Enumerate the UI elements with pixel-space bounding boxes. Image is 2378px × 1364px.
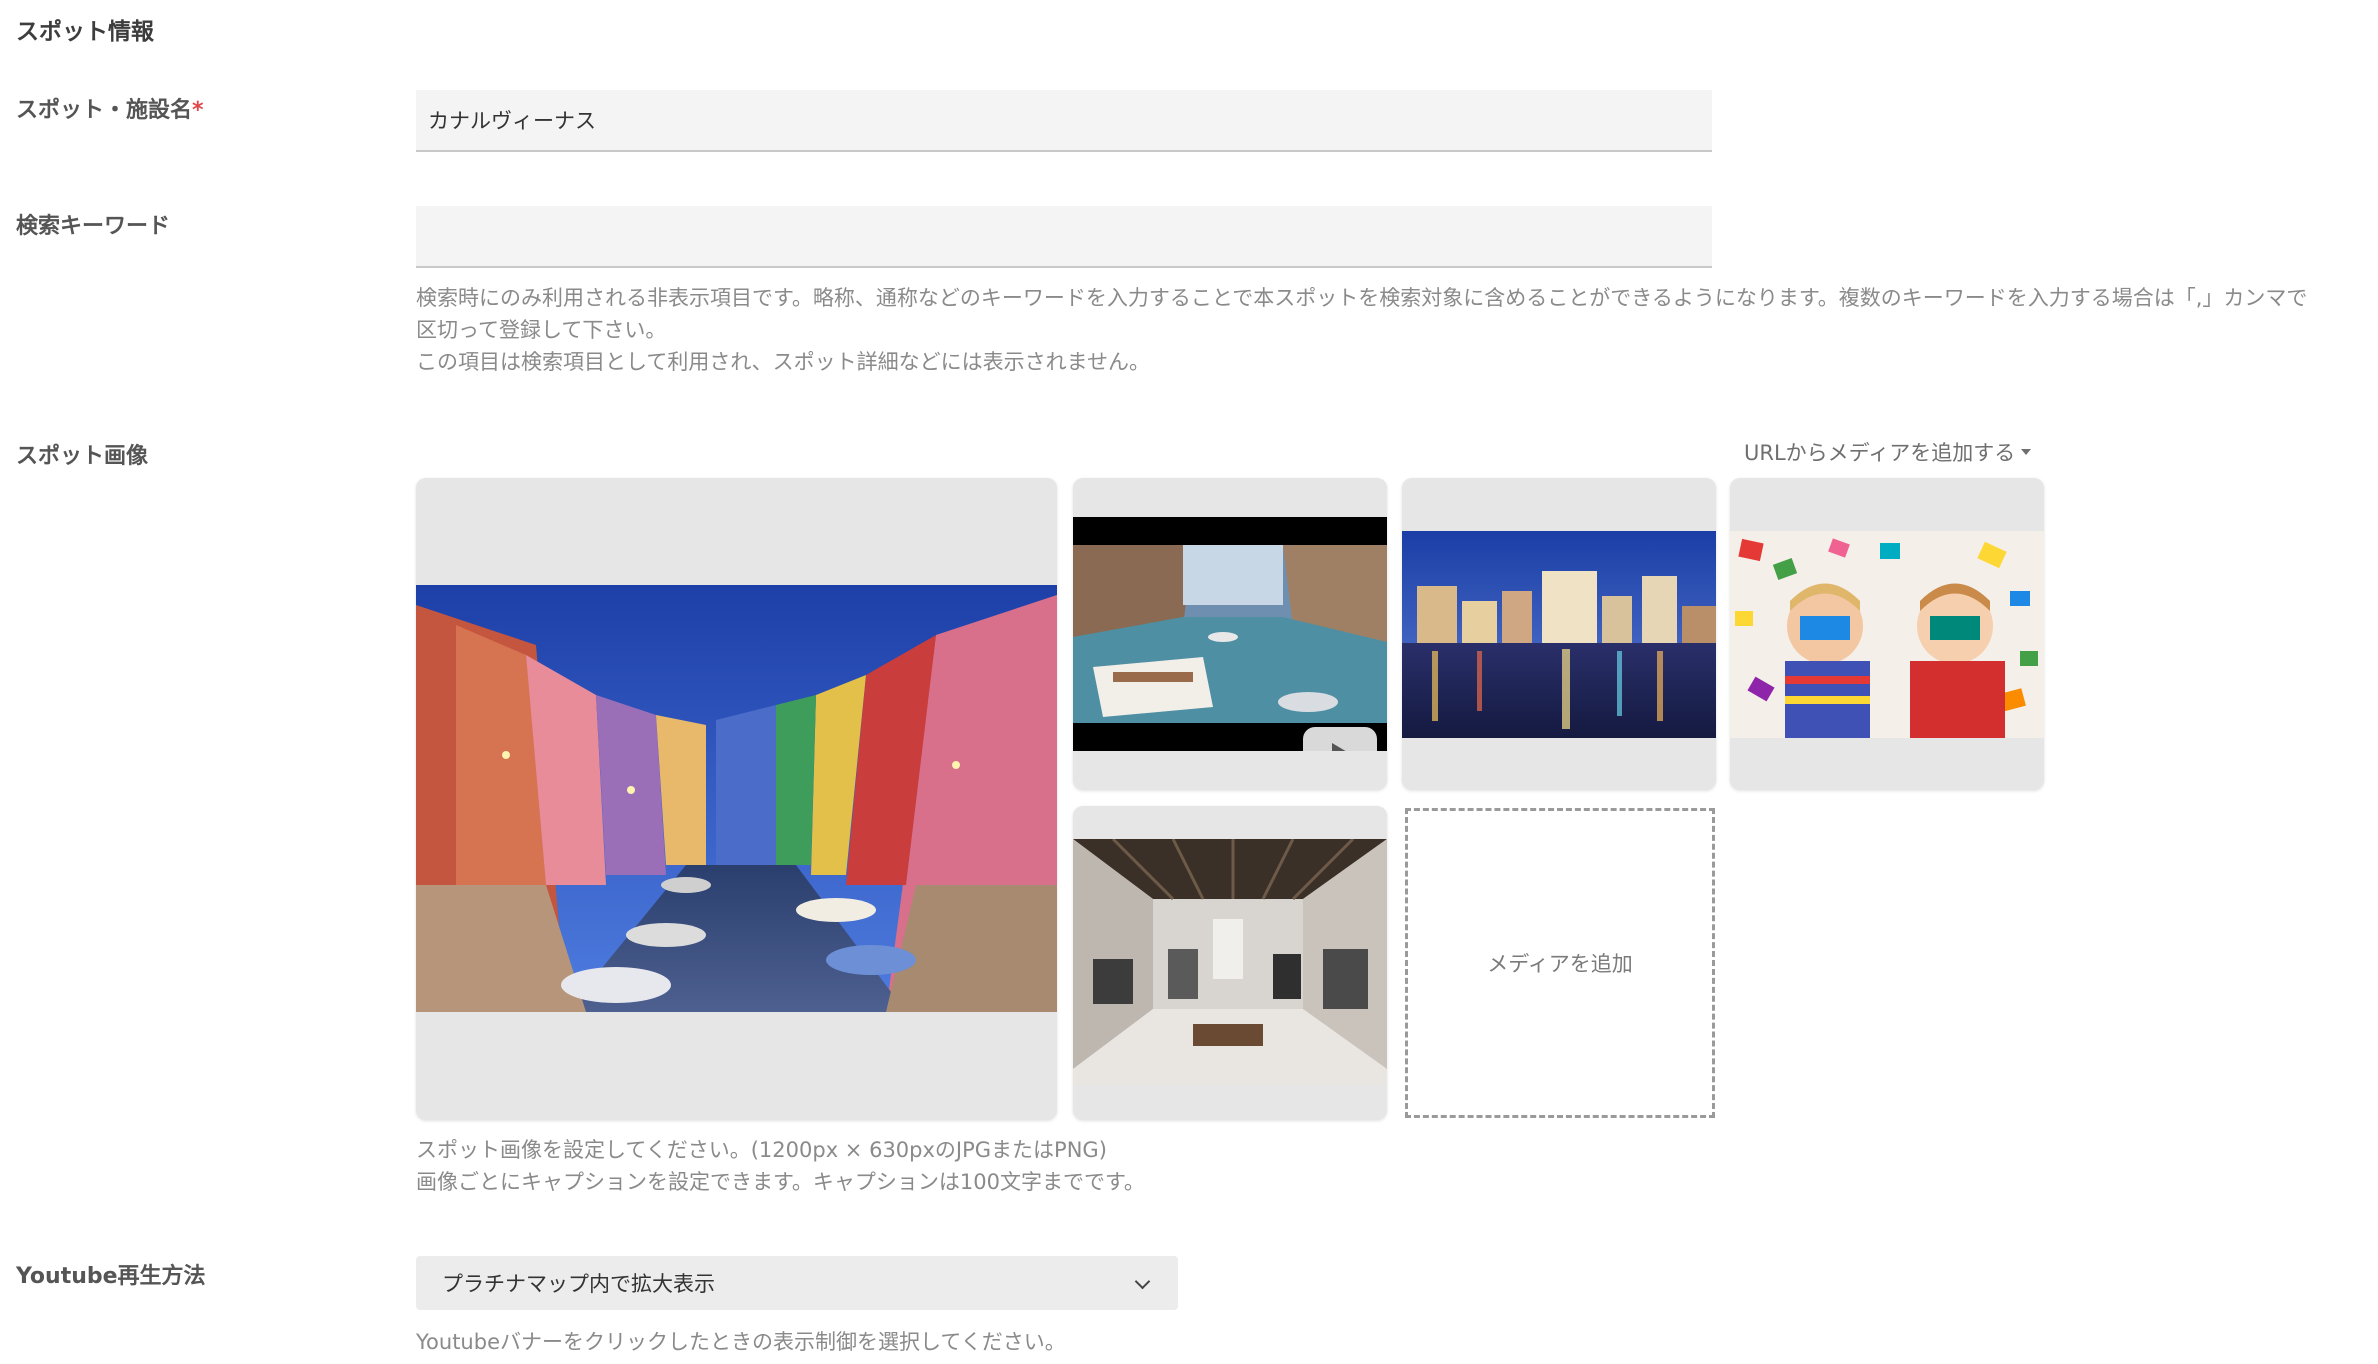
spot-name-label-text: スポット・施設名 xyxy=(16,98,193,123)
keywords-label: 検索キーワード xyxy=(16,214,171,239)
spot-name-input[interactable] xyxy=(416,90,1712,152)
play-icon xyxy=(1332,743,1349,751)
required-mark: * xyxy=(192,98,204,123)
section-title: スポット情報 xyxy=(16,19,154,45)
spot-images-help-line2: 画像ごとにキャプションを設定できます。キャプションは100文字までです。 xyxy=(416,1170,1145,1194)
caret-down-icon xyxy=(2021,449,2032,455)
keywords-help-line3: この項目は検索項目として利用され、スポット詳細などには表示されません。 xyxy=(416,350,1150,374)
spot-images-help-line1: スポット画像を設定してください。(1200px × 630pxのJPGまたはPN… xyxy=(416,1138,1107,1162)
canal-colorful-houses-image xyxy=(416,585,1057,1012)
youtube-playback-help: Youtubeバナーをクリックしたときの表示制御を選択してください。 xyxy=(416,1330,1066,1354)
clothing-store-interior-image xyxy=(1073,839,1387,1085)
keywords-input[interactable] xyxy=(416,206,1712,268)
youtube-playback-select[interactable]: プラチナマップ内で拡大表示 xyxy=(416,1256,1178,1310)
chevron-down-icon xyxy=(1134,1273,1151,1290)
youtube-playback-selected: プラチナマップ内で拡大表示 xyxy=(442,1272,715,1296)
keywords-help-line1: 検索時にのみ利用される非表示項目です。略称、通称などのキーワードを入力することで… xyxy=(416,286,2308,310)
media-card-kids-with-toy-blocks[interactable] xyxy=(1730,478,2044,790)
media-card-canal-colorful-houses[interactable] xyxy=(416,478,1057,1120)
media-card-clothing-store-interior[interactable] xyxy=(1073,806,1387,1120)
canal-boats-video-thumbnail xyxy=(1073,517,1387,751)
spot-name-label: スポット・施設名* xyxy=(16,92,204,124)
spot-info-form: スポット情報 スポット・施設名* 検索キーワード 検索時にのみ利用される非表示項… xyxy=(0,0,2378,1364)
add-media-from-url-dropdown[interactable]: URLからメディアを追加する xyxy=(1744,437,2032,467)
spot-images-label: スポット画像 xyxy=(16,444,149,469)
add-media-button[interactable]: メディアを追加 xyxy=(1405,808,1715,1118)
youtube-playback-label: Youtube再生方法 xyxy=(16,1264,206,1289)
kids-with-toy-blocks-image xyxy=(1730,531,2044,738)
add-media-from-url-label: URLからメディアを追加する xyxy=(1744,441,2016,465)
media-card-canal-boats-video[interactable] xyxy=(1073,478,1387,790)
keywords-help: 検索時にのみ利用される非表示項目です。略称、通称などのキーワードを入力することで… xyxy=(416,282,2376,378)
night-waterfront-city-image xyxy=(1402,531,1716,738)
media-card-night-waterfront-city[interactable] xyxy=(1402,478,1716,790)
keywords-help-line2: 区切って登録して下さい。 xyxy=(416,318,667,342)
youtube-play-button xyxy=(1303,727,1377,751)
spot-images-help: スポット画像を設定してください。(1200px × 630pxのJPGまたはPN… xyxy=(416,1134,1145,1198)
